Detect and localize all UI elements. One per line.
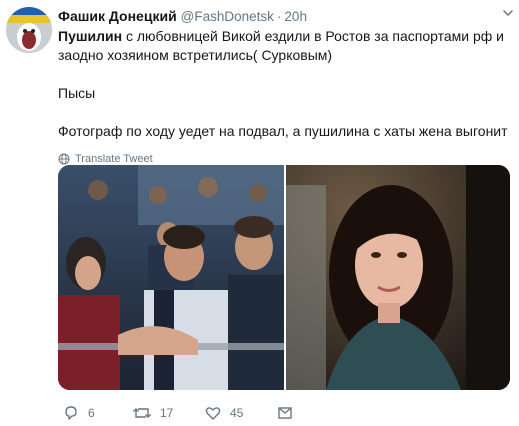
- separator-dot: ·: [276, 8, 282, 24]
- reply-count: 6: [88, 406, 95, 420]
- like-count: 45: [230, 406, 244, 420]
- tweet-text-line-2: Пысы: [58, 85, 96, 101]
- tweet-text-line-1: с любовницей Викой ездили в Ростов за па…: [58, 28, 504, 63]
- photo-crowd-image: [58, 165, 284, 390]
- retweet-icon: [133, 408, 151, 418]
- photo-left[interactable]: [58, 165, 284, 390]
- share-icon: [278, 407, 292, 419]
- translate-tweet-label: Translate Tweet: [75, 153, 153, 165]
- tweet-actions: 6 17 45: [62, 404, 294, 422]
- like-button[interactable]: 45: [204, 404, 276, 422]
- share-button[interactable]: [276, 404, 294, 422]
- tweet-content: Фашик Донецкий @FashDonetsk · 20h Пушили…: [58, 6, 508, 166]
- reply-button[interactable]: 6: [62, 404, 132, 422]
- tweet-text-line-3: Фотограф по ходу уедет на подвал, а пуши…: [58, 123, 508, 139]
- globe-icon: [58, 153, 70, 165]
- tweet-paragraph-1: Пушилин с любовницей Викой ездили в Рост…: [58, 27, 508, 65]
- retweet-button[interactable]: 17: [132, 404, 204, 422]
- photo-right[interactable]: [286, 165, 510, 390]
- reply-icon: [65, 406, 77, 420]
- media-grid[interactable]: [58, 165, 510, 390]
- tweet-header: Фашик Донецкий @FashDonetsk · 20h: [58, 6, 508, 26]
- author-handle[interactable]: @FashDonetsk: [181, 9, 274, 24]
- translate-tweet-link[interactable]: Translate Tweet: [58, 152, 508, 166]
- retweet-count: 17: [160, 406, 174, 420]
- photo-woman-image: [286, 165, 510, 390]
- tweet-text: Пушилин с любовницей Викой ездили в Рост…: [58, 27, 508, 141]
- chevron-down-icon[interactable]: [501, 6, 515, 20]
- avatar-image: [6, 7, 52, 53]
- avatar[interactable]: [6, 7, 52, 53]
- heart-icon: [205, 407, 221, 420]
- author-name[interactable]: Фашик Донецкий: [58, 8, 177, 24]
- tweet-time[interactable]: 20h: [284, 9, 307, 24]
- tweet-card[interactable]: Фашик Донецкий @FashDonetsk · 20h Пушили…: [0, 0, 519, 426]
- mention-bold: Пушилин: [58, 28, 123, 44]
